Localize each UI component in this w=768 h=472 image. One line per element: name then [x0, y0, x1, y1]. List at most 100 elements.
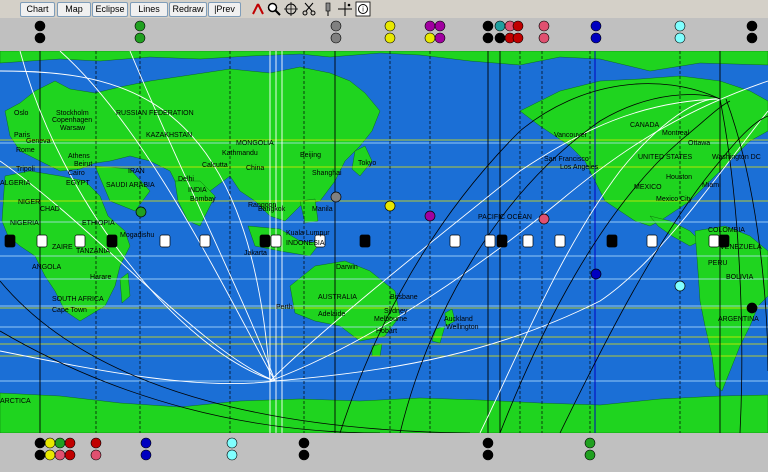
planet-position-marker[interactable] [135, 206, 147, 218]
planet-glyph-marker[interactable] [106, 234, 118, 248]
city-label: MEXICO [634, 184, 662, 191]
planet-glyph-icon[interactable] [590, 32, 602, 44]
city-label: Wellington [446, 324, 479, 331]
planet-position-marker[interactable] [384, 200, 396, 212]
planet-glyph-icon[interactable] [494, 32, 506, 44]
planet-position-marker[interactable] [746, 302, 758, 314]
planet-glyph-icon[interactable] [298, 449, 310, 461]
planet-glyph-icon[interactable] [44, 437, 56, 449]
planet-glyph-icon[interactable] [512, 32, 524, 44]
planet-glyph-icon[interactable] [424, 20, 436, 32]
planet-glyph-marker[interactable] [4, 234, 16, 248]
city-label: COLOMBIA [708, 227, 745, 234]
planet-glyph-marker[interactable] [359, 234, 371, 248]
planet-glyph-icon[interactable] [746, 20, 758, 32]
planet-glyph-icon[interactable] [34, 449, 46, 461]
planet-glyph-icon[interactable] [34, 437, 46, 449]
compass-icon[interactable] [283, 1, 299, 17]
city-label: Melbourne [374, 316, 407, 323]
planet-glyph-icon[interactable] [434, 32, 446, 44]
planet-glyph-marker[interactable] [159, 234, 171, 248]
city-label: INDIA [188, 187, 207, 194]
planet-glyph-icon[interactable] [384, 32, 396, 44]
planet-glyph-marker[interactable] [449, 234, 461, 248]
eclipse-button[interactable]: Eclipse [92, 2, 128, 17]
planet-glyph-icon[interactable] [538, 32, 550, 44]
city-label: Mexico City [656, 196, 693, 203]
planet-glyph-icon[interactable] [226, 449, 238, 461]
planet-position-marker[interactable] [424, 210, 436, 222]
planet-glyph-marker[interactable] [606, 234, 618, 248]
planet-glyph-icon[interactable] [140, 437, 152, 449]
planet-glyph-icon[interactable] [424, 32, 436, 44]
planet-glyph-icon[interactable] [434, 20, 446, 32]
planet-glyph-marker[interactable] [259, 234, 271, 248]
planet-glyph-icon[interactable] [482, 20, 494, 32]
astro-line-icon[interactable] [250, 1, 266, 17]
planet-glyph-marker[interactable] [270, 234, 282, 248]
planet-glyph-icon[interactable] [584, 449, 596, 461]
planet-glyph-icon[interactable] [226, 437, 238, 449]
planet-glyph-icon[interactable] [584, 437, 596, 449]
planet-glyph-icon[interactable] [134, 20, 146, 32]
map-button[interactable]: Map [57, 2, 91, 17]
planet-glyph-marker[interactable] [708, 234, 720, 248]
city-label: NIGERIA [10, 220, 39, 227]
planet-position-marker[interactable] [590, 268, 602, 280]
planet-glyph-icon[interactable] [140, 449, 152, 461]
city-label: CHAD [40, 206, 60, 213]
pin-icon[interactable] [320, 1, 336, 17]
planet-glyph-icon[interactable] [34, 32, 46, 44]
lines-button[interactable]: Lines [130, 2, 168, 17]
planet-glyph-icon[interactable] [44, 449, 56, 461]
zoom-icon[interactable] [266, 1, 282, 17]
planet-position-marker[interactable] [538, 213, 550, 225]
planet-glyph-icon[interactable] [482, 32, 494, 44]
planet-glyph-icon[interactable] [674, 20, 686, 32]
city-label: Perth [276, 304, 293, 311]
planet-glyph-marker[interactable] [199, 234, 211, 248]
planet-glyph-icon[interactable] [90, 437, 102, 449]
scissors-icon[interactable] [301, 1, 317, 17]
planet-glyph-icon[interactable] [34, 20, 46, 32]
planet-glyph-icon[interactable] [538, 20, 550, 32]
planet-glyph-icon[interactable] [134, 32, 146, 44]
planet-glyph-icon[interactable] [590, 20, 602, 32]
prev-button[interactable]: |Prev [208, 2, 241, 17]
city-label: EGYPT [66, 180, 90, 187]
city-label: Bangkok [258, 206, 286, 213]
planet-glyph-icon[interactable] [64, 437, 76, 449]
city-label: Rome [16, 147, 35, 154]
planet-glyph-marker[interactable] [646, 234, 658, 248]
planet-glyph-icon[interactable] [54, 437, 66, 449]
city-label: UNITED STATES [638, 154, 693, 161]
planet-glyph-icon[interactable] [482, 449, 494, 461]
redraw-button[interactable]: Redraw [169, 2, 207, 17]
planet-glyph-icon[interactable] [512, 20, 524, 32]
planet-glyph-marker[interactable] [554, 234, 566, 248]
city-label: Copenhagen [52, 117, 92, 124]
planet-glyph-icon[interactable] [64, 449, 76, 461]
crosshair-icon[interactable] [337, 1, 353, 17]
planet-glyph-marker[interactable] [36, 234, 48, 248]
chart-button[interactable]: Chart [20, 2, 55, 17]
planet-position-marker[interactable] [674, 280, 686, 292]
planet-glyph-icon[interactable] [90, 449, 102, 461]
info-icon[interactable]: i [355, 1, 371, 17]
planet-glyph-icon[interactable] [330, 20, 342, 32]
city-label: IRAN [128, 168, 145, 175]
planet-position-marker[interactable] [330, 191, 342, 203]
planet-glyph-icon[interactable] [674, 32, 686, 44]
planet-glyph-marker[interactable] [522, 234, 534, 248]
world-map[interactable]: Oslo Stockholm Copenhagen Warsaw Paris Geneva… [0, 51, 768, 433]
planet-glyph-marker[interactable] [496, 234, 508, 248]
planet-glyph-marker[interactable] [484, 234, 496, 248]
planet-glyph-icon[interactable] [54, 449, 66, 461]
planet-glyph-icon[interactable] [482, 437, 494, 449]
planet-glyph-marker[interactable] [74, 234, 86, 248]
planet-glyph-icon[interactable] [384, 20, 396, 32]
planet-glyph-icon[interactable] [330, 32, 342, 44]
planet-glyph-icon[interactable] [746, 32, 758, 44]
planet-glyph-icon[interactable] [494, 20, 506, 32]
planet-glyph-icon[interactable] [298, 437, 310, 449]
